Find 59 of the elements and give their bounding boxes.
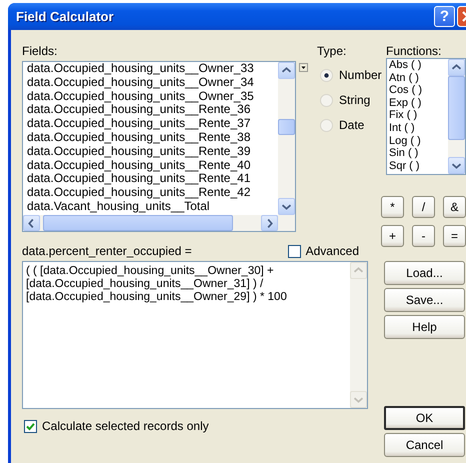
operator-button[interactable]: / [412,196,435,218]
operator-button[interactable]: = [443,225,466,247]
fields-list[interactable] [22,61,296,232]
field-item[interactable]: data.Occupied_housing_units__Rente_38 [27,130,278,145]
type-label: Type: [317,44,346,58]
field-item[interactable]: data.Occupied_housing_units__Rente_37 [27,117,278,131]
radio-icon [320,118,333,132]
fields-label: Fields: [22,44,58,58]
function-item[interactable]: Fix ( ) [389,109,448,122]
field-item[interactable]: data.Occupied_housing_units__Owner_34 [27,76,278,90]
function-item[interactable]: Sqr ( ) [389,160,448,172]
window-title: Field Calculator [16,9,115,24]
scroll-down-icon[interactable] [278,198,295,215]
scroll-right-icon[interactable] [261,215,278,231]
field-item[interactable]: data.Occupied_housing_units__Owner_33 [27,62,278,76]
field-item[interactable]: data.Occupied_housing_units__Rente_36 [27,103,278,118]
field-item[interactable]: data.Occupied_housing_units__Rente_42 [27,186,278,200]
calculate-selected-checkbox[interactable]: Calculate selected records only [24,419,209,433]
scroll-up-icon[interactable] [278,62,295,79]
operator-button[interactable]: + [381,225,404,247]
radio-icon [320,68,333,82]
radio-icon [320,94,333,106]
field-item[interactable]: data.Occupied_housing_units__Rente_40 [27,158,278,172]
operator-button[interactable]: - [412,225,435,247]
operator-button[interactable]: & [443,196,466,218]
field-item[interactable]: data.Occupied_housing_units__Owner_35 [27,90,278,104]
function-item[interactable]: Cos ( ) [389,84,448,97]
scrollbar-thumb[interactable] [278,119,295,135]
functions-label: Functions: [386,44,442,58]
function-item[interactable]: Int ( ) [389,122,448,135]
dropdown-icon[interactable] [299,63,308,72]
expression-label: data.percent_renter_occupied = [22,244,192,258]
help-button[interactable]: ? [434,6,455,27]
scroll-down-icon[interactable] [448,157,465,174]
scrollbar-thumb[interactable] [448,76,465,140]
dialog-button[interactable]: Help [384,315,465,339]
operator-button[interactable]: * [381,196,404,218]
type-radio[interactable]: String [320,92,370,108]
checkbox-icon [24,420,37,432]
dialog-button[interactable]: Save... [384,288,465,312]
type-radio[interactable]: Number [320,67,382,83]
function-item[interactable]: Log ( ) [389,134,448,148]
function-item[interactable]: Atn ( ) [389,72,448,84]
function-item[interactable]: Exp ( ) [389,96,448,110]
field-item[interactable]: data.Occupied_housing_units__Rente_39 [27,144,278,159]
dialog-button[interactable]: OK [384,406,465,430]
function-item[interactable]: Abs ( ) [389,59,448,72]
function-item[interactable]: Sin ( ) [389,147,448,160]
checkbox-icon [288,244,301,258]
scroll-up-icon[interactable] [448,59,465,76]
type-radio[interactable]: Date [320,117,364,133]
field-item[interactable]: data.Vacant_housing_units__Total [27,200,278,214]
field-item[interactable]: data.Occupied_housing_units__Rente_41 [27,172,278,186]
functions-list[interactable]: Abs ( ) Atn ( ) Cos ( ) Exp ( ) Fix ( ) Int ( ) Log ( ) Sin ( ) Sqr ( ) [386,58,466,175]
advanced-checkbox[interactable]: Advanced [288,244,359,258]
dialog-button[interactable]: Load... [384,261,465,285]
dialog-button[interactable]: Cancel [384,433,465,457]
scrollbar-thumb[interactable] [43,215,233,231]
scroll-left-icon[interactable] [23,215,40,231]
